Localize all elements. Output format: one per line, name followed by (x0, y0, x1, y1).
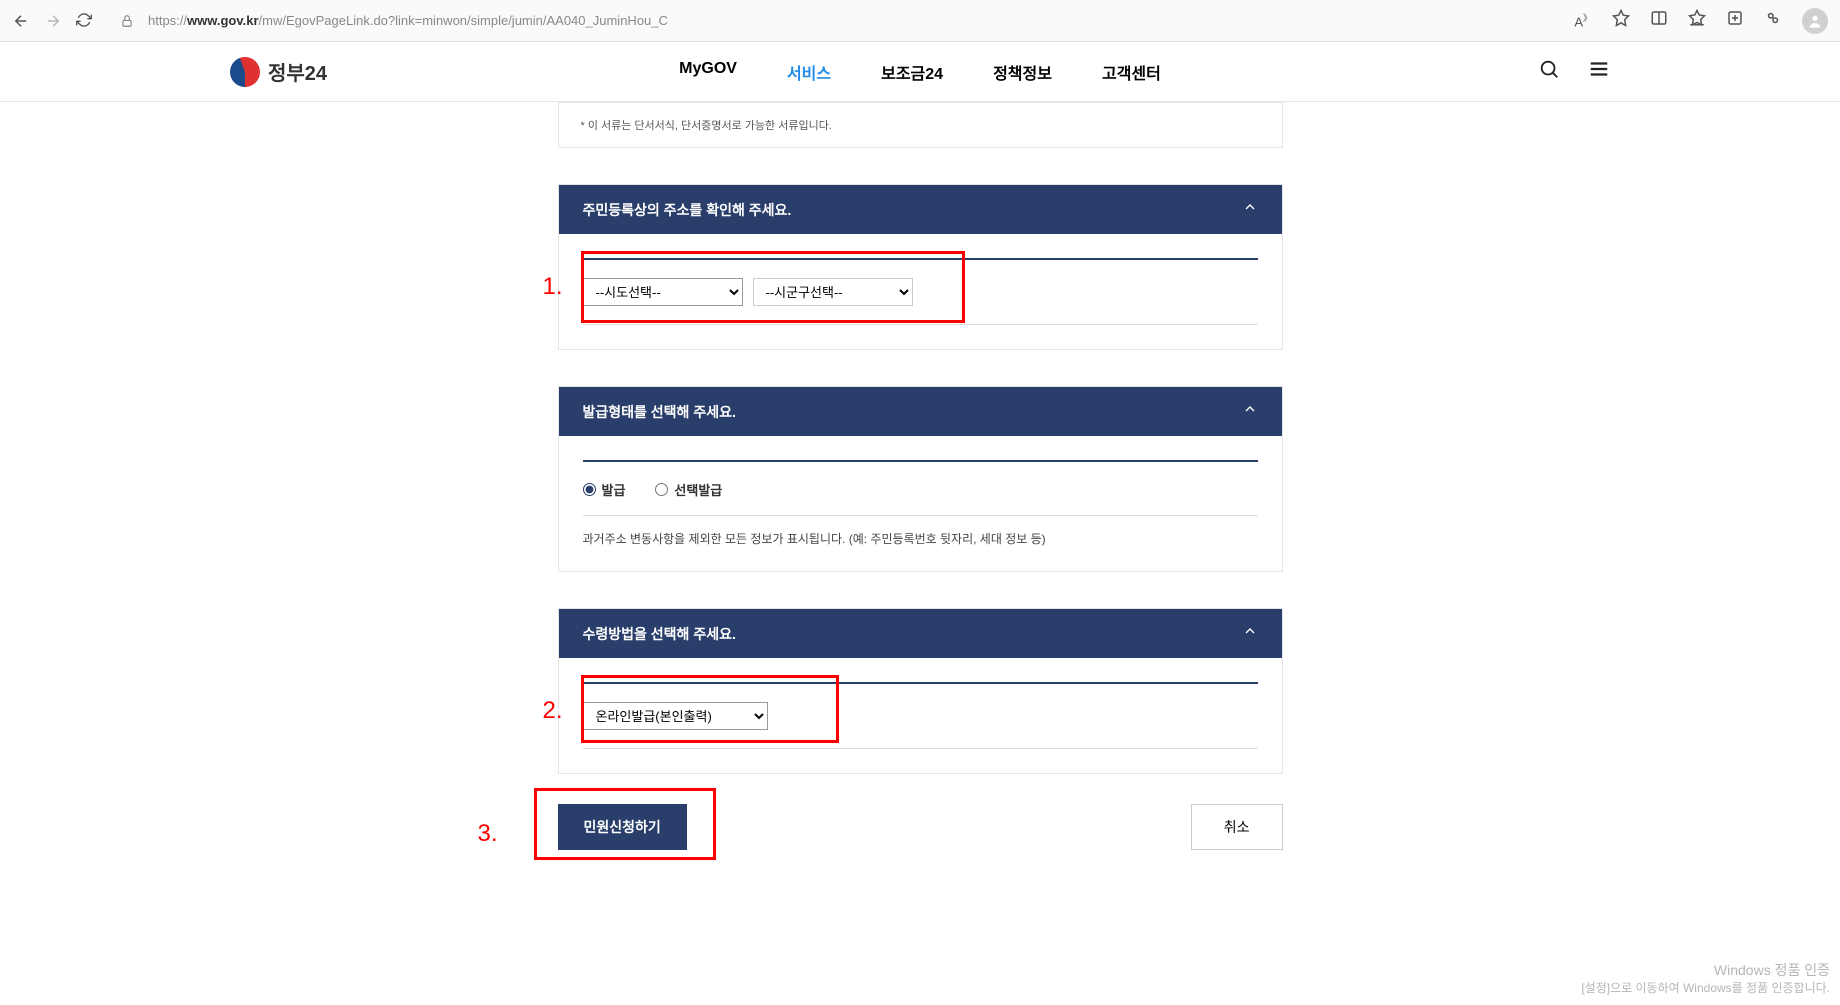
nav-service[interactable]: 서비스 (787, 60, 831, 84)
nav-mygov[interactable]: MyGOV (679, 60, 737, 84)
panel-issue-title: 발급형태를 선택해 주세요. (583, 402, 736, 422)
nav-policy[interactable]: 정책정보 (993, 60, 1052, 84)
panel-receipt-title: 수령방법을 선택해 주세요. (583, 624, 736, 644)
logo-icon (230, 57, 260, 87)
nav-subsidy[interactable]: 보조금24 (881, 60, 943, 84)
favorite-icon[interactable] (1612, 9, 1630, 32)
site-logo[interactable]: 정부24 (230, 57, 327, 87)
lock-icon (120, 14, 134, 28)
panel-receipt-header[interactable]: 수령방법을 선택해 주세요. (559, 609, 1282, 658)
logo-text: 정부24 (268, 57, 327, 86)
radio-select-issue[interactable]: 선택발급 (655, 480, 722, 499)
panel-issue-header[interactable]: 발급형태를 선택해 주세요. (559, 387, 1282, 436)
submit-button[interactable]: 민원신청하기 (558, 804, 687, 850)
note-box: * 이 서류는 단서서식, 단서증명서로 가능한 서류입니다. (558, 102, 1283, 148)
panel-address-header[interactable]: 주민등록상의 주소를 확인해 주세요. (559, 185, 1282, 234)
issue-desc: 과거주소 변동사항을 제외한 모든 정보가 표시됩니다. (예: 주민등록번호 … (583, 515, 1258, 547)
favorites-list-icon[interactable] (1688, 9, 1706, 32)
chevron-up-icon (1242, 401, 1258, 422)
address-bar[interactable]: https://www.gov.kr/mw/EgovPageLink.do?li… (148, 13, 1560, 28)
back-button[interactable] (12, 12, 30, 30)
panel-address-title: 주민등록상의 주소를 확인해 주세요. (583, 200, 792, 220)
search-icon[interactable] (1538, 58, 1560, 85)
split-screen-icon[interactable] (1650, 9, 1668, 32)
site-header: 정부24 MyGOV 서비스 보조금24 정책정보 고객센터 (0, 42, 1840, 102)
menu-icon[interactable] (1588, 58, 1610, 85)
page-body: * 이 서류는 단서서식, 단서증명서로 가능한 서류입니다. 주민등록상의 주… (558, 102, 1283, 850)
annotation-label-3: 3. (478, 820, 498, 848)
radio-select-issue-input[interactable] (655, 483, 668, 496)
annotation-label-2: 2. (543, 697, 563, 725)
forward-button[interactable] (44, 12, 62, 30)
text-size-icon[interactable]: A》 (1574, 11, 1592, 29)
select-sido[interactable]: --시도선택-- (583, 278, 743, 306)
collections-icon[interactable] (1726, 9, 1744, 32)
profile-avatar[interactable] (1802, 8, 1828, 34)
panel-issue-type: 발급형태를 선택해 주세요. 발급 선택발급 과거주소 변동사항을 제외한 모든… (558, 386, 1283, 572)
windows-watermark: Windows 정품 인증 [설정]으로 이동하여 Windows를 정품 인증… (1581, 961, 1830, 997)
select-receipt-method[interactable]: 온라인발급(본인출력) (583, 702, 768, 730)
browser-toolbar: https://www.gov.kr/mw/EgovPageLink.do?li… (0, 0, 1840, 42)
panel-address: 주민등록상의 주소를 확인해 주세요. --시도선택-- --시군구선택-- 1… (558, 184, 1283, 350)
extension-icon[interactable] (1764, 9, 1782, 32)
radio-issue-input[interactable] (583, 483, 596, 496)
annotation-label-1: 1. (543, 273, 563, 301)
radio-issue[interactable]: 발급 (583, 480, 626, 499)
chevron-up-icon (1242, 623, 1258, 644)
cancel-button[interactable]: 취소 (1191, 804, 1283, 850)
reload-button[interactable] (76, 12, 94, 30)
panel-receipt: 수령방법을 선택해 주세요. 온라인발급(본인출력) 2. (558, 608, 1283, 774)
main-nav: MyGOV 서비스 보조금24 정책정보 고객센터 (679, 60, 1161, 84)
nav-support[interactable]: 고객센터 (1102, 60, 1161, 84)
select-sigungu[interactable]: --시군구선택-- (753, 278, 913, 306)
chevron-up-icon (1242, 199, 1258, 220)
note-text: * 이 서류는 단서서식, 단서증명서로 가능한 서류입니다. (581, 120, 832, 132)
